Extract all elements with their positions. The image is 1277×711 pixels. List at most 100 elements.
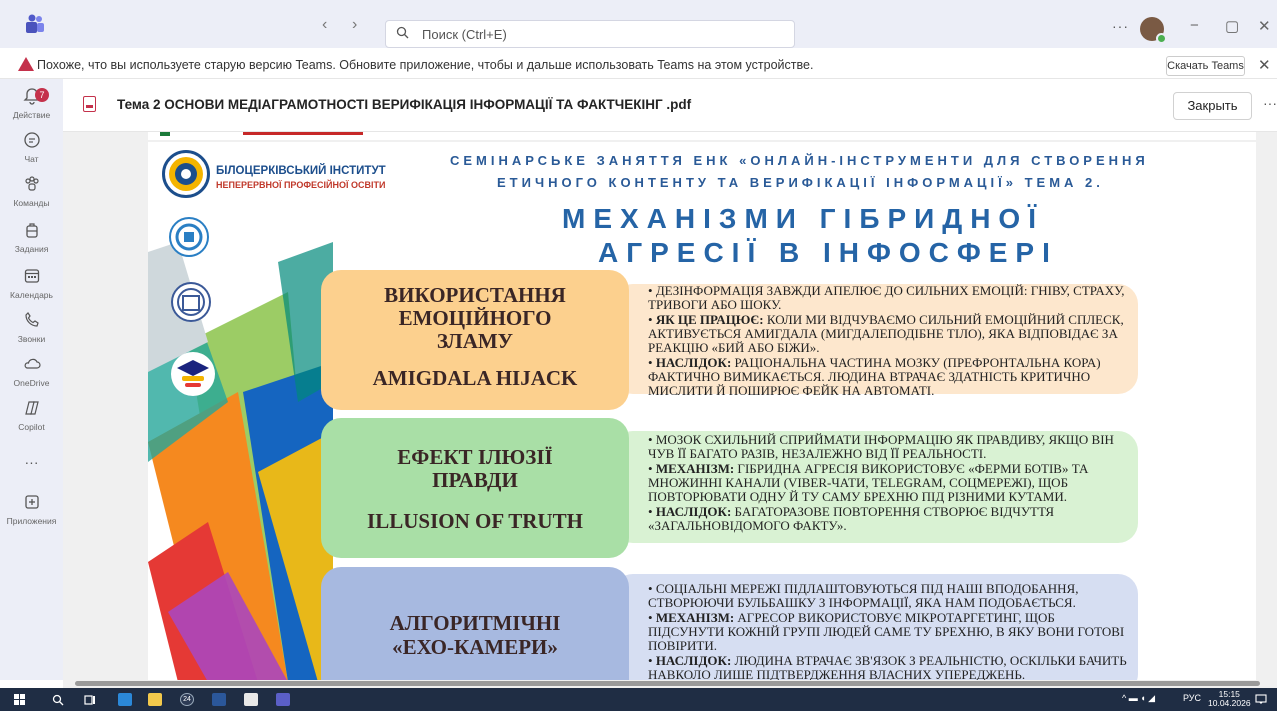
pdf-file-icon: [83, 96, 96, 112]
clock-date: 10.04.2026: [1208, 698, 1251, 708]
copilot-icon: [0, 399, 63, 421]
notification-badge[interactable]: 24: [180, 693, 194, 706]
rail-label: Задания: [14, 244, 49, 254]
search-icon: [396, 26, 409, 42]
word-icon[interactable]: [212, 693, 226, 706]
teams-logo-icon[interactable]: [24, 14, 46, 34]
search-placeholder: Поиск (Ctrl+E): [422, 27, 507, 42]
app-icon-1[interactable]: [118, 693, 132, 706]
rail-item-apps[interactable]: Приложения: [0, 493, 63, 526]
teams-taskbar-icon[interactable]: [276, 693, 290, 706]
chat-icon: [0, 131, 63, 153]
search-icon[interactable]: [52, 694, 64, 706]
section1-bullets: • Дезінформація завжди апелює до сильних…: [648, 284, 1128, 399]
section3-title-1: АЛГОРИТМІЧНІ: [389, 611, 561, 635]
calendar-icon: [0, 267, 63, 289]
section1-title-1: ВИКОРИСТАННЯ: [384, 283, 566, 307]
document-app-icon[interactable]: [244, 693, 258, 706]
banner-close-icon[interactable]: ✕: [1258, 56, 1271, 74]
more-icon: ···: [24, 454, 39, 470]
section2-title-2: ПРАВДИ: [432, 468, 518, 492]
tray-icons[interactable]: ^ ▬ ◖ ◢: [1122, 693, 1155, 704]
institute-name-line1: БІЛОЦЕРКІВСЬКИЙ ІНСТИТУТ: [216, 165, 386, 177]
scrollbar-thumb[interactable]: [75, 681, 1260, 686]
emblem-logo-4: [171, 352, 215, 396]
warning-icon: [18, 57, 34, 71]
main-title-line2: АГРЕСІЇ В ІНФОСФЕРІ: [598, 237, 1058, 268]
onedrive-icon: [0, 355, 63, 377]
section2-card: ЕФЕКТ ІЛЮЗІЇ ПРАВДИ ILLUSION OF TRUTH: [321, 418, 629, 558]
back-arrow-icon[interactable]: ‹: [322, 16, 327, 34]
teams-icon: [0, 175, 63, 197]
minimize-button[interactable]: −: [1190, 17, 1199, 34]
rail-label: Copilot: [18, 422, 45, 432]
section3-card: АЛГОРИТМІЧНІ «ЕХО-КАМЕРИ»: [321, 567, 629, 680]
clock[interactable]: 15:15 10.04.2026: [1208, 690, 1251, 708]
section1-title-3: ЗЛАМУ: [436, 329, 514, 353]
bullet-item: • Дезінформація завжди апелює до сильних…: [648, 283, 1125, 312]
bullet-item: • Наслідок: раціональна частина мозку (п…: [648, 355, 1101, 398]
search-input[interactable]: Поиск (Ctrl+E): [385, 20, 795, 48]
rail-item-assignments[interactable]: Задания: [0, 221, 63, 254]
apps-icon: [0, 493, 63, 515]
rail-label: Действие: [12, 110, 51, 120]
rail-label: Команды: [13, 198, 50, 208]
title-bar: ‹ › Поиск (Ctrl+E) ··· − ▢ ✕: [0, 0, 1277, 48]
rail-item-more[interactable]: ···: [0, 451, 63, 473]
bullet-item: • Як це працює: коли ми відчуваємо сильн…: [648, 312, 1124, 355]
pdf-page: БІЛОЦЕРКІВСЬКИЙ ІНСТИТУТ НЕПЕРЕРВНОЇ ПРО…: [148, 142, 1256, 680]
bell-icon: [0, 87, 63, 109]
activity-badge: 7: [35, 88, 49, 102]
section3-title-2: «ЕХО-КАМЕРИ»: [392, 635, 558, 659]
rail-item-copilot[interactable]: Copilot: [0, 399, 63, 432]
maximize-button[interactable]: ▢: [1225, 17, 1239, 35]
close-window-button[interactable]: ✕: [1258, 17, 1271, 35]
section2-title-1: ЕФЕКТ ІЛЮЗІЇ: [397, 445, 553, 469]
rail-item-chat[interactable]: Чат: [0, 131, 63, 164]
file-explorer-icon[interactable]: [148, 693, 162, 706]
avatar[interactable]: [1140, 17, 1167, 44]
rail-item-onedrive[interactable]: OneDrive: [0, 355, 63, 388]
notifications-icon[interactable]: [1255, 694, 1267, 705]
section1-title-2: ЕМОЦІЙНОГО: [398, 306, 552, 330]
institute-logo: [162, 150, 210, 198]
section1-card: ВИКОРИСТАННЯ ЕМОЦІЙНОГО ЗЛАМУ AMIGDALA H…: [321, 270, 629, 410]
document-title: Тема 2 ОСНОВИ МЕДІАГРАМОТНОСТІ ВЕРИФІКАЦ…: [117, 97, 692, 112]
emblem-logo-3: [171, 282, 211, 322]
rail-item-calls[interactable]: Звонки: [0, 311, 63, 344]
app-rail: 7 Действие Чат Команды Задания Календарь…: [0, 79, 63, 680]
seminar-title-line1: СЕМІНАРСЬКЕ ЗАНЯТТЯ ЕНК «ОНЛАЙН-ІНСТРУМЕ…: [450, 153, 1149, 168]
download-teams-button[interactable]: Скачать Teams: [1166, 56, 1245, 76]
close-document-button[interactable]: Закрыть: [1173, 92, 1252, 120]
windows-start-icon[interactable]: [14, 694, 26, 706]
bullet-item: • Наслідок: людина втрачає зв'язок з реа…: [648, 653, 1127, 681]
institute-name-line2: НЕПЕРЕРВНОЇ ПРОФЕСІЙНОЇ ОСВІТИ: [216, 180, 386, 190]
more-options-icon[interactable]: ···: [1112, 18, 1129, 34]
main-title-line1: МЕХАНІЗМИ ГІБРИДНОЇ: [562, 203, 1044, 234]
rail-label: Звонки: [17, 334, 46, 344]
task-view-icon[interactable]: [84, 694, 96, 706]
assignments-icon: [0, 221, 63, 243]
forward-arrow-icon[interactable]: ›: [352, 16, 357, 34]
rail-item-activity[interactable]: 7 Действие: [0, 87, 63, 120]
seminar-title-line2: ЕТИЧНОГО КОНТЕНТУ ТА ВЕРИФІКАЦІЇ ІНФОРМА…: [497, 175, 1104, 190]
rail-label: Чат: [24, 154, 39, 164]
windows-taskbar: 24 ^ ▬ ◖ ◢ РУС 15:15 10.04.2026: [0, 688, 1277, 711]
banner-text: Похоже, что вы используете старую версию…: [37, 58, 814, 72]
bullet-item: • Механізм: агресор використовує мікрота…: [648, 610, 1125, 653]
section2-bullets: • Мозок схильний сприймати інформацію як…: [648, 433, 1128, 534]
rail-label: OneDrive: [13, 378, 50, 388]
section1-subtitle: AMIGDALA HIJACK: [372, 366, 578, 390]
update-warning-banner: Похоже, что вы используете старую версию…: [0, 53, 1277, 79]
bullet-item: • Соціальні мережі підлаштовуються під н…: [648, 581, 1079, 610]
horizontal-scrollbar[interactable]: [63, 680, 1277, 688]
pdf-viewer[interactable]: БІЛОЦЕРКІВСЬКИЙ ІНСТИТУТ НЕПЕРЕРВНОЇ ПРО…: [63, 132, 1277, 680]
rail-item-teams[interactable]: Команды: [0, 175, 63, 208]
language-indicator[interactable]: РУС: [1183, 693, 1201, 703]
section2-subtitle: ILLUSION OF TRUTH: [367, 509, 583, 533]
document-more-icon[interactable]: ···: [1263, 95, 1277, 111]
emblem-logo-2: [169, 217, 209, 257]
bullet-item: • Наслідок: багаторазове повторення ство…: [648, 504, 1055, 533]
rail-label: Календарь: [10, 290, 53, 300]
rail-item-calendar[interactable]: Календарь: [0, 267, 63, 300]
